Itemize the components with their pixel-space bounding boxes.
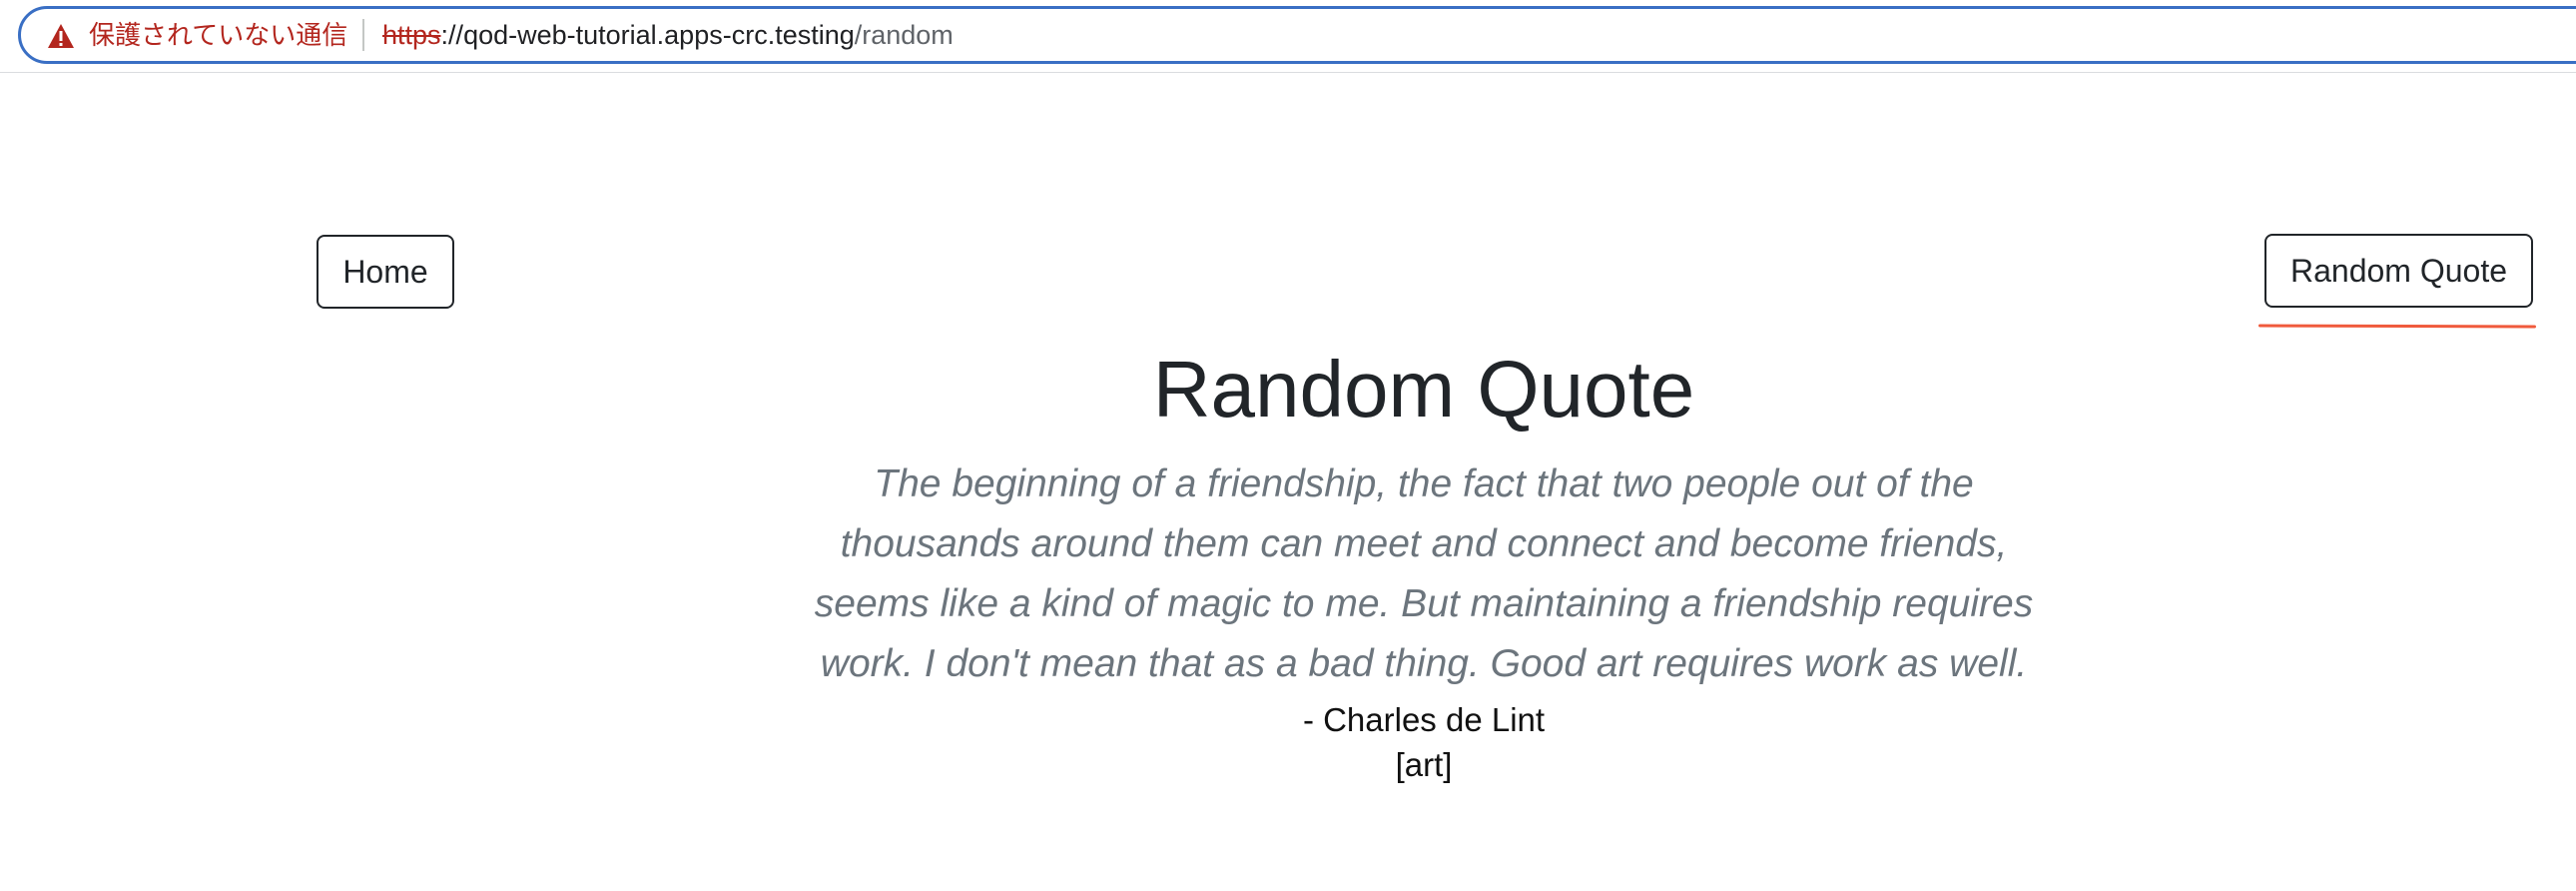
quote-tag: [art] <box>1395 746 1453 783</box>
annotation-underline <box>2257 324 2537 329</box>
not-secure-label[interactable]: 保護されていない通信 <box>89 17 347 53</box>
random-quote-button[interactable]: Random Quote <box>2264 234 2533 308</box>
quote-text: The beginning of a friendship, the fact … <box>814 462 2034 685</box>
url-separator: :// <box>440 20 464 50</box>
url-text[interactable]: https://qod-web-tutorial.apps-crc.testin… <box>382 17 954 53</box>
browser-toolbar: 保護されていない通信 https://qod-web-tutorial.apps… <box>0 0 2576 73</box>
url-host: qod-web-tutorial.apps-crc.testing <box>463 20 855 50</box>
url-path: /random <box>854 20 954 50</box>
home-button[interactable]: Home <box>317 235 454 309</box>
address-bar[interactable]: 保護されていない通信 https://qod-web-tutorial.apps… <box>18 6 2576 64</box>
address-divider <box>362 19 364 51</box>
quote-block: The beginning of a friendship, the fact … <box>799 454 2049 788</box>
url-scheme: https <box>382 20 441 50</box>
page-title-container: Random Quote <box>0 340 2576 440</box>
quote-author: - Charles de Lint <box>1302 701 1546 738</box>
page-title: Random Quote <box>1152 345 1695 434</box>
warning-icon[interactable] <box>47 23 75 49</box>
